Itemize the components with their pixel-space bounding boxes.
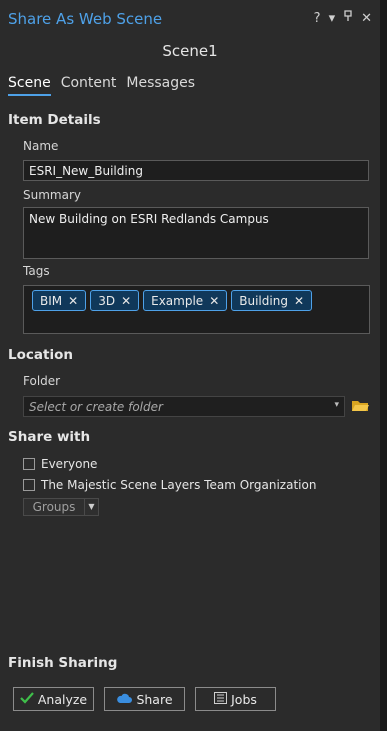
pane-controls: ? ▾ ✕ [314,10,372,26]
remove-tag-icon[interactable]: ✕ [209,294,219,308]
jobs-label: Jobs [231,691,257,707]
chevron-down-icon[interactable]: ▼ [84,499,98,515]
analyze-button[interactable]: Analyze [13,687,94,711]
everyone-checkbox[interactable] [23,458,35,470]
organization-checkbox[interactable] [23,479,35,491]
tab-content[interactable]: Content [61,75,117,96]
jobs-button[interactable]: Jobs [195,687,276,711]
tags-field[interactable]: BIM ✕ 3D ✕ Example ✕ Building ✕ [23,285,370,334]
everyone-option[interactable]: Everyone [23,457,97,471]
remove-tag-icon[interactable]: ✕ [294,294,304,308]
location-heading: Location [8,347,73,363]
tab-messages[interactable]: Messages [126,75,195,96]
analyze-label: Analyze [37,691,88,707]
summary-label: Summary [23,188,81,202]
tag-chip: 3D ✕ [90,290,140,311]
tag-label: Example [151,293,204,308]
close-icon[interactable]: ✕ [361,11,372,26]
name-label: Name [23,139,59,153]
tag-chip: Building ✕ [231,290,312,311]
summary-field[interactable]: New Building on ESRI Redlands Campus [23,207,369,259]
folder-select[interactable]: Select or create folder ▾ [23,396,345,417]
share-button[interactable]: Share [104,687,185,711]
item-details-heading: Item Details [8,112,101,128]
groups-dropdown[interactable]: Groups ▼ [23,498,99,516]
organization-option[interactable]: The Majestic Scene Layers Team Organizat… [23,478,316,492]
pane-edge [380,0,387,731]
tag-label: BIM [40,293,63,308]
folder-placeholder: Select or create folder [29,400,163,414]
tags-label: Tags [23,264,50,278]
scene-name: Scene1 [162,42,218,60]
pane-title: Share As Web Scene [8,10,163,28]
list-icon [214,691,228,707]
share-with-heading: Share with [8,429,91,445]
cloud-icon [116,692,133,707]
tag-chip: Example ✕ [143,290,228,311]
share-web-scene-pane: Share As Web Scene ? ▾ ✕ Scene1 Scene Co… [0,0,381,731]
pane-titlebar: Share As Web Scene ? ▾ ✕ [0,0,380,38]
tag-label: 3D [98,293,116,308]
remove-tag-icon[interactable]: ✕ [121,294,131,308]
folder-open-icon[interactable] [351,398,370,413]
pin-icon[interactable] [343,10,353,26]
tag-label: Building [239,293,288,308]
folder-label: Folder [23,374,61,388]
share-label: Share [136,691,173,707]
organization-label: The Majestic Scene Layers Team Organizat… [41,478,317,492]
tab-scene[interactable]: Scene [8,75,51,96]
chevron-down-icon[interactable]: ▾ [329,11,336,26]
help-icon[interactable]: ? [314,11,321,26]
tab-strip: Scene Content Messages [8,75,195,96]
checkmark-icon [20,691,34,707]
name-field[interactable]: ESRI_New_Building [23,160,369,181]
tag-chip: BIM ✕ [32,290,87,311]
remove-tag-icon[interactable]: ✕ [68,294,78,308]
groups-label: Groups [32,500,76,514]
chevron-down-icon: ▾ [334,400,339,410]
everyone-label: Everyone [41,457,98,471]
finish-sharing-heading: Finish Sharing [8,655,118,671]
